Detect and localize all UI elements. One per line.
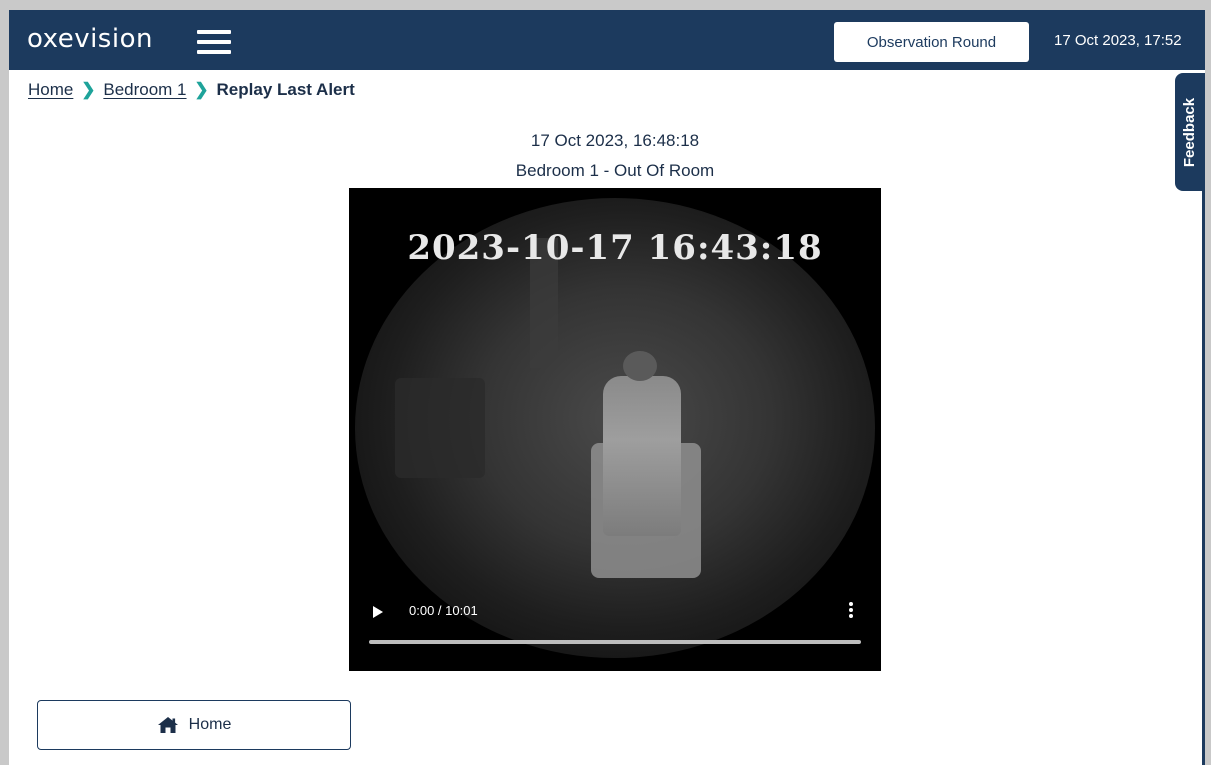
chevron-right-icon: ❯ — [81, 80, 96, 99]
video-wall-shape — [395, 378, 485, 478]
alert-video-player[interactable]: 2023-10-17 16:43:18 0:00 / 10:01 — [349, 188, 881, 671]
feedback-rail — [1202, 191, 1205, 765]
chevron-right-icon: ❯ — [194, 80, 209, 99]
home-icon — [157, 717, 178, 733]
video-overlay-timestamp: 2023-10-17 16:43:18 — [407, 228, 823, 268]
play-icon[interactable] — [373, 606, 383, 618]
breadcrumb-bedroom-link[interactable]: Bedroom 1 — [103, 80, 186, 100]
observation-round-button[interactable]: Observation Round — [834, 22, 1029, 62]
breadcrumb: Home ❯ Bedroom 1 ❯ Replay Last Alert — [28, 80, 355, 100]
current-datetime: 17 Oct 2023, 17:52 — [1054, 32, 1182, 49]
hamburger-menu-icon[interactable] — [197, 30, 231, 56]
more-options-icon[interactable] — [849, 602, 853, 618]
oxevision-logo[interactable]: oxevision — [27, 24, 153, 54]
video-progress-bar[interactable] — [369, 640, 861, 644]
feedback-tab[interactable]: Feedback — [1175, 73, 1205, 191]
breadcrumb-home-link[interactable]: Home — [28, 80, 73, 100]
alert-datetime: 17 Oct 2023, 16:48:18 — [530, 131, 700, 150]
breadcrumb-current-page: Replay Last Alert — [216, 80, 355, 99]
app-window: oxevision Observation Round 17 Oct 2023,… — [9, 10, 1205, 765]
home-button-label: Home — [188, 716, 232, 733]
home-button[interactable]: Home — [37, 700, 351, 750]
video-controls: 0:00 / 10:01 — [349, 588, 881, 671]
top-navigation-bar: oxevision Observation Round 17 Oct 2023,… — [9, 10, 1205, 70]
video-time-display: 0:00 / 10:01 — [409, 603, 478, 618]
video-person-shape — [603, 376, 681, 536]
video-person-head — [623, 351, 657, 381]
alert-title: Bedroom 1 - Out Of Room — [515, 161, 715, 180]
feedback-label: Feedback — [1181, 97, 1199, 167]
